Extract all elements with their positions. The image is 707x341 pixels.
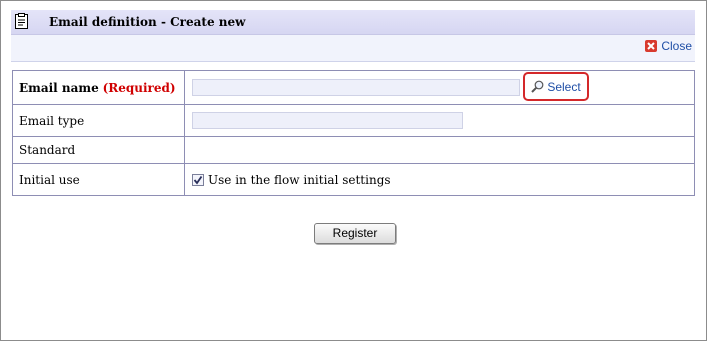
email-name-label-cell: Email name (Required) xyxy=(12,70,185,105)
close-x-icon xyxy=(645,40,658,52)
email-type-input[interactable] xyxy=(192,112,463,129)
dialog-window: Email definition - Create new Close Emai… xyxy=(0,0,707,341)
email-name-value-cell: Select xyxy=(184,70,695,105)
select-button[interactable]: Select xyxy=(523,72,589,101)
standard-label: Standard xyxy=(12,136,185,164)
email-definition-form: Email name (Required) Select Email type xyxy=(12,70,695,196)
required-marker: (Required) xyxy=(102,80,176,95)
initial-use-label: Initial use xyxy=(12,163,185,196)
initial-use-checkbox-label: Use in the flow initial settings xyxy=(208,172,391,187)
initial-use-checkbox[interactable] xyxy=(192,173,204,186)
standard-value xyxy=(184,136,695,164)
form-row-initial-use: Initial use Use in the flow initial sett… xyxy=(12,163,695,196)
dialog-title: Email definition - Create new xyxy=(49,15,246,29)
dialog-title-bar: Email definition - Create new xyxy=(11,10,695,35)
email-name-label: Email name xyxy=(19,80,99,95)
email-type-label: Email type xyxy=(12,104,185,137)
email-name-input[interactable] xyxy=(192,79,520,96)
form-row-email-name: Email name (Required) Select xyxy=(12,70,695,105)
close-button[interactable]: Close xyxy=(645,39,692,53)
clipboard-icon xyxy=(15,13,28,29)
register-button[interactable]: Register xyxy=(314,223,396,244)
select-label: Select xyxy=(547,79,581,94)
dialog-toolbar: Close xyxy=(11,35,695,62)
checkmark-icon xyxy=(193,175,203,184)
magnifier-icon xyxy=(531,80,544,93)
form-row-email-type: Email type xyxy=(12,104,695,137)
close-label: Close xyxy=(661,39,692,53)
email-type-value-cell xyxy=(184,104,695,137)
initial-use-value-cell: Use in the flow initial settings xyxy=(184,163,695,196)
form-row-standard: Standard xyxy=(12,136,695,164)
